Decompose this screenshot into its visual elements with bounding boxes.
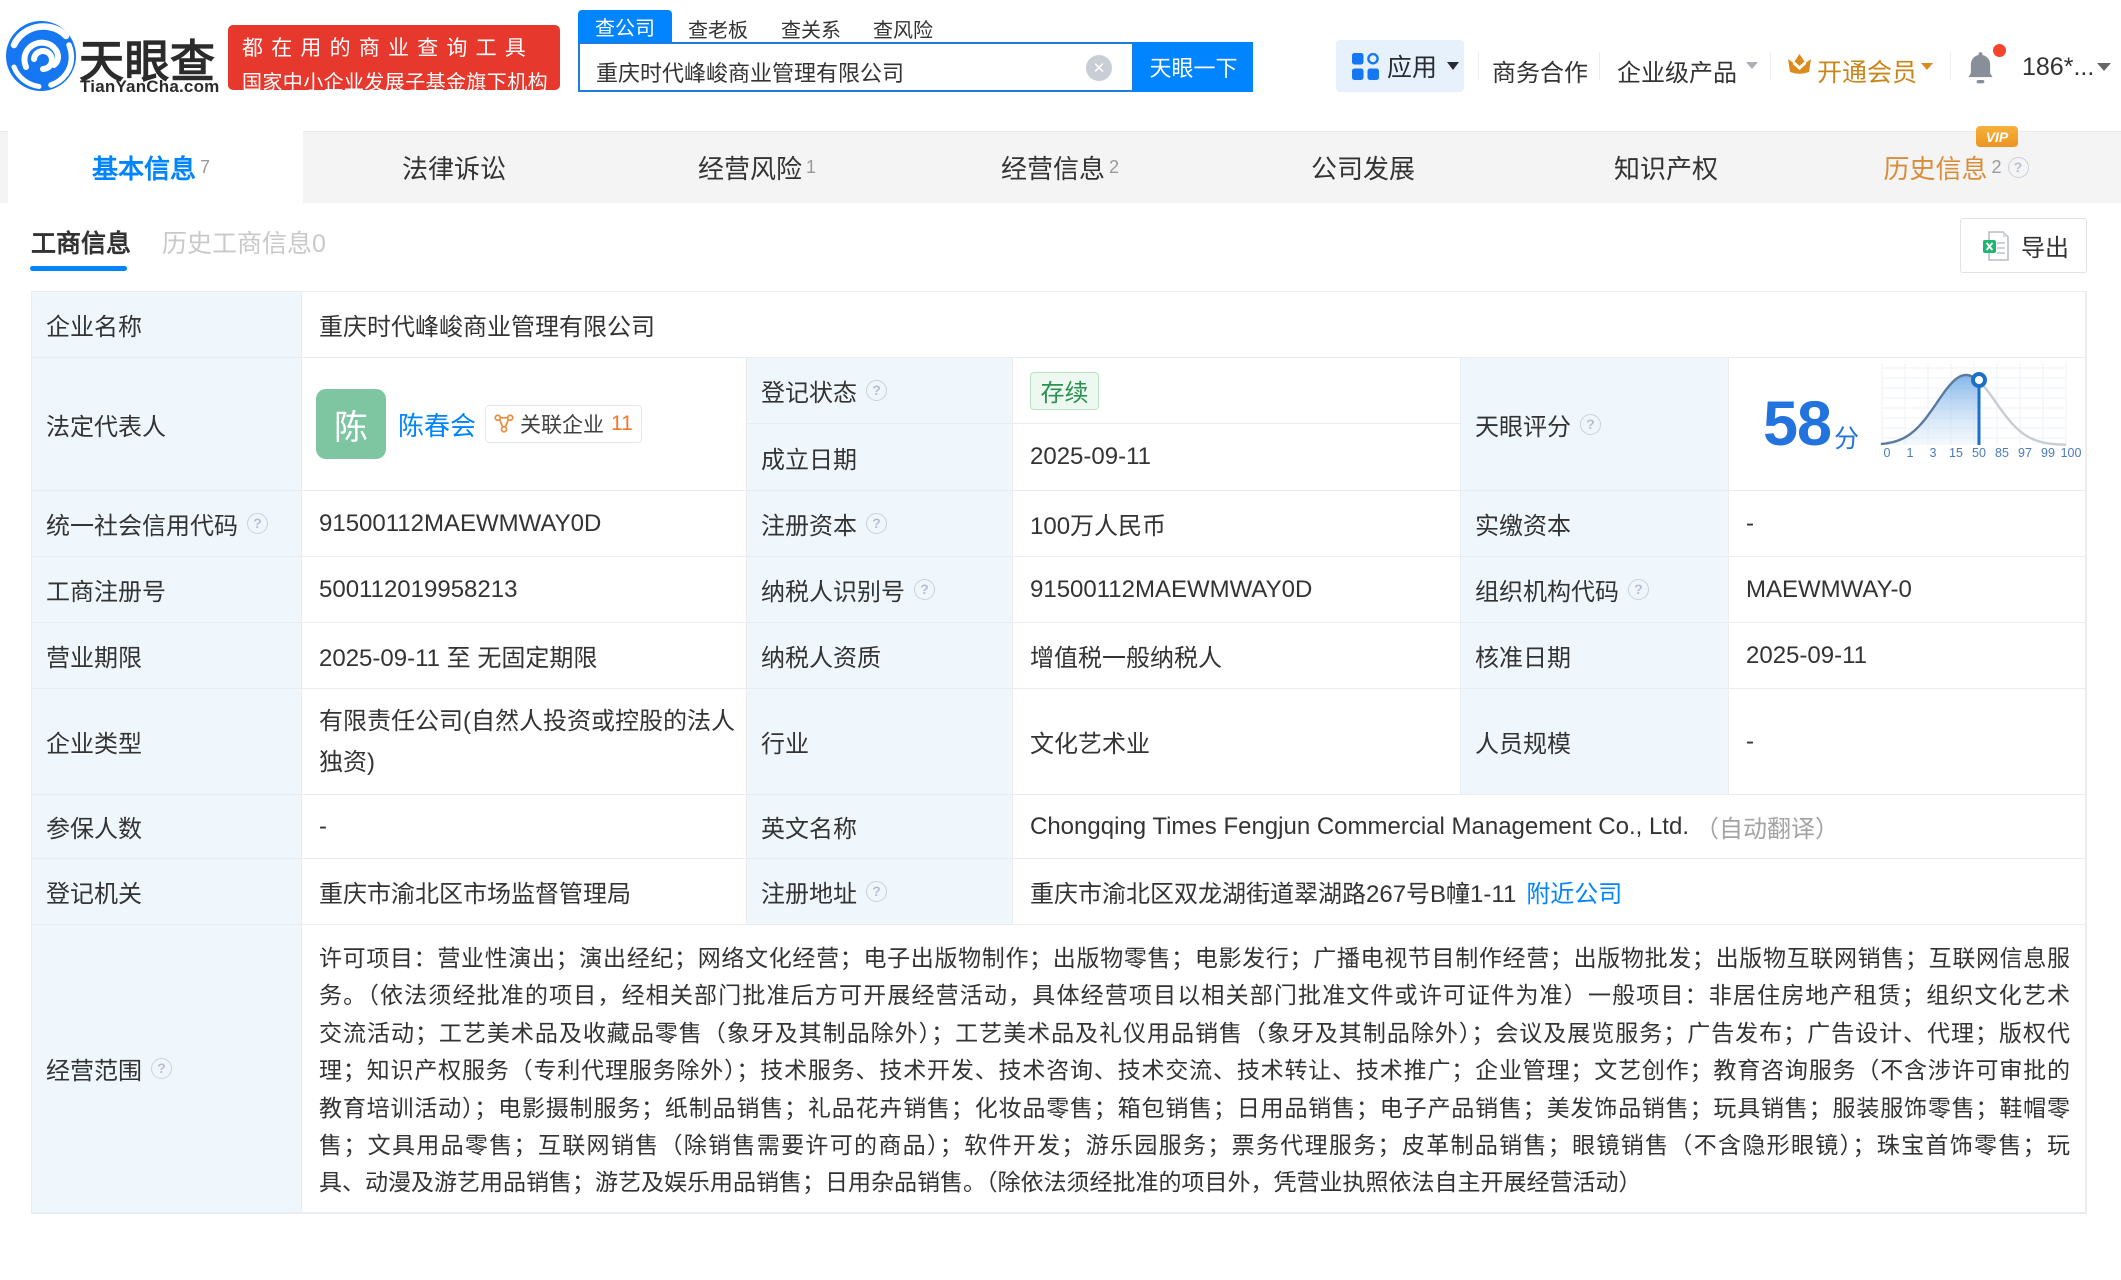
svg-text:0: 0 — [1884, 446, 1891, 460]
svg-text:100: 100 — [2061, 446, 2082, 460]
svg-text:15: 15 — [1949, 446, 1963, 460]
svg-text:99: 99 — [2041, 446, 2055, 460]
svg-text:3: 3 — [1930, 446, 1937, 460]
svg-text:85: 85 — [1995, 446, 2009, 460]
svg-text:97: 97 — [2018, 446, 2032, 460]
svg-text:50: 50 — [1972, 446, 1986, 460]
svg-text:1: 1 — [1907, 446, 1914, 460]
